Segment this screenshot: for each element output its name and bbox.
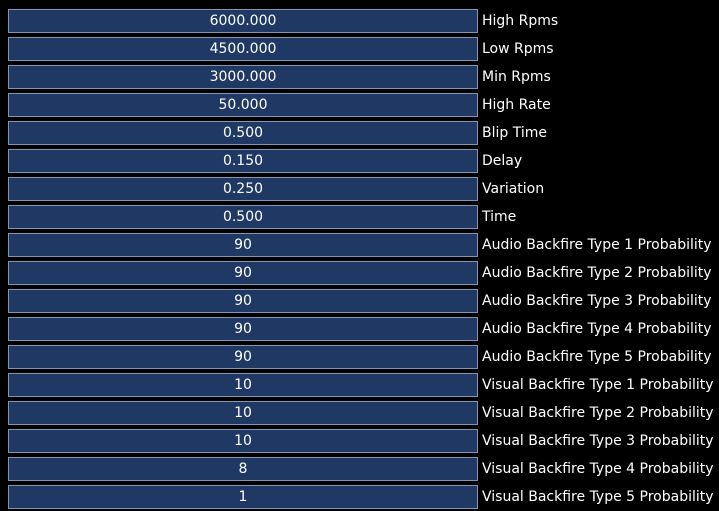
high-rpms-field[interactable]: 6000.000 (8, 9, 478, 33)
min-rpms-field[interactable]: 3000.000 (8, 65, 478, 89)
audio-backfire-5-label: Audio Backfire Type 5 Probability (482, 349, 712, 365)
audio-backfire-2-label: Audio Backfire Type 2 Probability (482, 265, 712, 281)
setting-row-visual-backfire-1: 10 Visual Backfire Type 1 Probability (0, 371, 719, 399)
time-label: Time (482, 209, 517, 225)
low-rpms-field[interactable]: 4500.000 (8, 37, 478, 61)
visual-backfire-2-label: Visual Backfire Type 2 Probability (482, 405, 714, 421)
visual-backfire-4-field[interactable]: 8 (8, 457, 478, 481)
setting-row-high-rpms: 6000.000 High Rpms (0, 7, 719, 35)
setting-row-min-rpms: 3000.000 Min Rpms (0, 63, 719, 91)
setting-row-audio-backfire-2: 90 Audio Backfire Type 2 Probability (0, 259, 719, 287)
audio-backfire-4-label: Audio Backfire Type 4 Probability (482, 321, 712, 337)
audio-backfire-1-label: Audio Backfire Type 1 Probability (482, 237, 712, 253)
setting-row-visual-backfire-5: 1 Visual Backfire Type 5 Probability (0, 483, 719, 511)
high-rpms-label: High Rpms (482, 13, 559, 29)
high-rate-label: High Rate (482, 97, 551, 113)
time-field[interactable]: 0.500 (8, 205, 478, 229)
audio-backfire-4-field[interactable]: 90 (8, 317, 478, 341)
setting-row-high-rate: 50.000 High Rate (0, 91, 719, 119)
setting-row-low-rpms: 4500.000 Low Rpms (0, 35, 719, 63)
audio-backfire-3-field[interactable]: 90 (8, 289, 478, 313)
visual-backfire-3-label: Visual Backfire Type 3 Probability (482, 433, 714, 449)
setting-row-audio-backfire-4: 90 Audio Backfire Type 4 Probability (0, 315, 719, 343)
blip-time-label: Blip Time (482, 125, 547, 141)
setting-row-delay: 0.150 Delay (0, 147, 719, 175)
visual-backfire-1-label: Visual Backfire Type 1 Probability (482, 377, 714, 393)
low-rpms-label: Low Rpms (482, 41, 554, 57)
visual-backfire-5-field[interactable]: 1 (8, 485, 478, 509)
setting-row-visual-backfire-3: 10 Visual Backfire Type 3 Probability (0, 427, 719, 455)
visual-backfire-5-label: Visual Backfire Type 5 Probability (482, 489, 714, 505)
visual-backfire-4-label: Visual Backfire Type 4 Probability (482, 461, 714, 477)
audio-backfire-1-field[interactable]: 90 (8, 233, 478, 257)
audio-backfire-3-label: Audio Backfire Type 3 Probability (482, 293, 712, 309)
setting-row-variation: 0.250 Variation (0, 175, 719, 203)
settings-list: 6000.000 High Rpms 4500.000 Low Rpms 300… (0, 7, 719, 511)
audio-backfire-2-field[interactable]: 90 (8, 261, 478, 285)
visual-backfire-1-field[interactable]: 10 (8, 373, 478, 397)
backfire-settings-panel: 6000.000 High Rpms 4500.000 Low Rpms 300… (0, 0, 719, 510)
variation-field[interactable]: 0.250 (8, 177, 478, 201)
delay-label: Delay (482, 153, 523, 169)
setting-row-visual-backfire-2: 10 Visual Backfire Type 2 Probability (0, 399, 719, 427)
blip-time-field[interactable]: 0.500 (8, 121, 478, 145)
high-rate-field[interactable]: 50.000 (8, 93, 478, 117)
audio-backfire-5-field[interactable]: 90 (8, 345, 478, 369)
setting-row-audio-backfire-5: 90 Audio Backfire Type 5 Probability (0, 343, 719, 371)
setting-row-audio-backfire-3: 90 Audio Backfire Type 3 Probability (0, 287, 719, 315)
visual-backfire-2-field[interactable]: 10 (8, 401, 478, 425)
visual-backfire-3-field[interactable]: 10 (8, 429, 478, 453)
setting-row-visual-backfire-4: 8 Visual Backfire Type 4 Probability (0, 455, 719, 483)
delay-field[interactable]: 0.150 (8, 149, 478, 173)
setting-row-time: 0.500 Time (0, 203, 719, 231)
setting-row-audio-backfire-1: 90 Audio Backfire Type 1 Probability (0, 231, 719, 259)
setting-row-blip-time: 0.500 Blip Time (0, 119, 719, 147)
variation-label: Variation (482, 181, 545, 197)
min-rpms-label: Min Rpms (482, 69, 551, 85)
